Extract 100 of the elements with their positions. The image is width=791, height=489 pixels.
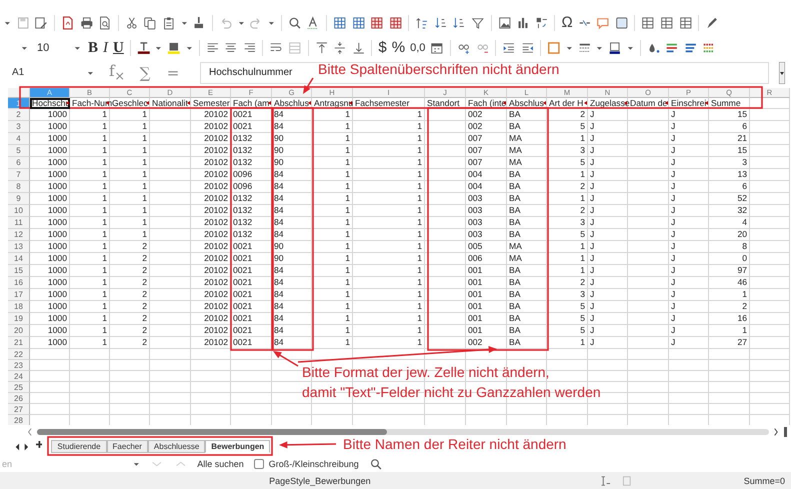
table-grid-icon[interactable] [332,16,346,30]
sheet-tab[interactable]: Faecher [106,440,148,453]
table-cell: Fach-Num [70,98,110,109]
table-grid-icon[interactable] [388,16,402,30]
sheet-tab[interactable]: Studierende [51,440,107,453]
align-bottom-icon[interactable] [352,40,366,55]
sort-icon[interactable] [415,16,429,30]
sheet-tab[interactable]: Abschluesse [148,440,206,453]
align-top-icon[interactable] [314,40,328,55]
border-color-icon[interactable] [608,40,622,55]
bar-chart-icon[interactable] [516,16,530,30]
row-header[interactable]: 5 [8,144,30,157]
row-header[interactable]: 3 [8,120,30,133]
row-header[interactable]: 13 [8,240,30,253]
formula-button[interactable]: ∑ [136,64,154,82]
calendar-icon[interactable] [430,40,444,55]
row-header[interactable]: 7 [8,168,30,181]
row-header[interactable]: 2 [8,108,30,121]
row-header[interactable]: 20 [8,324,30,337]
row-header[interactable]: 10 [8,204,30,217]
bold-button[interactable]: B [88,40,98,56]
checkbox[interactable] [254,458,264,468]
print-preview-icon[interactable] [98,16,112,30]
row-header[interactable]: 27 [8,404,30,415]
table-cell: 20102 [191,216,231,229]
floppy-pencil-icon[interactable] [34,16,48,30]
formula-button[interactable]: = [164,64,182,82]
row-header[interactable]: 14 [8,252,30,265]
pivot-table-icon[interactable] [534,16,548,30]
expand-icon[interactable] [779,62,785,84]
filter-icon[interactable] [471,16,485,30]
pen-icon[interactable] [705,16,719,30]
border-icon[interactable] [547,40,561,55]
row-header[interactable]: 16 [8,276,30,289]
outdent-icon[interactable] [520,40,534,55]
row-header[interactable]: 26 [8,392,30,404]
table-grid-icon[interactable] [352,16,366,30]
merge-cells-icon[interactable] [288,40,302,55]
row-header[interactable]: 4 [8,132,30,145]
row-header[interactable]: 8 [8,180,30,193]
align-right-icon[interactable] [242,40,256,55]
table-cell: J [588,168,628,181]
table-icon[interactable] [641,16,656,30]
table-cell: 1 [312,312,353,325]
printer-icon[interactable] [80,16,94,30]
percent-button[interactable]: % [392,40,406,56]
indent-icon[interactable] [502,40,516,55]
copy-icon[interactable] [143,16,157,30]
clipboard-icon[interactable] [162,16,176,30]
spellcheck-icon[interactable] [306,16,320,30]
row-header[interactable]: 18 [8,300,30,313]
row-header[interactable]: 24 [8,370,30,382]
row-header[interactable]: 28 [8,414,30,425]
text-cursor-icon[interactable] [598,474,612,488]
sort-icon[interactable] [452,16,466,30]
scrollbar-thumb[interactable] [36,428,387,434]
row-header[interactable]: 17 [8,288,30,301]
row-header[interactable]: 21 [8,336,30,349]
row-header[interactable]: 23 [8,360,30,371]
font-color-icon[interactable] [136,40,150,55]
row-header[interactable]: 15 [8,264,30,277]
table-cell: 1 [547,192,588,205]
row-header[interactable]: 22 [8,348,30,360]
sort-icon[interactable] [434,16,448,30]
italic-button[interactable]: I [103,40,108,56]
sheet-tab[interactable]: Bewerbungen [205,440,270,453]
table-icon[interactable] [678,16,692,30]
row-header[interactable]: 19 [8,312,30,325]
checkbox-label[interactable]: Groß-/Kleinschreibung [268,458,359,468]
formula-button[interactable]: f$_{×}$ [108,62,126,84]
table-cell: 1 [353,156,425,169]
special-character-button[interactable]: Ω [561,14,573,32]
search-icon[interactable] [288,16,302,30]
search-icon[interactable] [368,456,382,470]
align-middle-icon[interactable] [333,40,347,55]
highlight-color-icon[interactable] [167,40,181,55]
row-header[interactable]: 12 [8,228,30,241]
currency-button[interactable]: $ [378,40,387,56]
frame-icon[interactable] [614,16,628,30]
split-handle-icon[interactable] [784,426,787,436]
table-grid-icon[interactable] [370,16,384,30]
scissors-icon[interactable] [124,16,138,30]
row-header[interactable]: 11 [8,216,30,229]
table-cell: BA [507,204,547,217]
find-all-button[interactable]: Alle suchen [197,458,244,468]
table-cell: 1 [312,252,353,265]
image-icon[interactable] [498,16,512,30]
comment-icon[interactable] [596,16,610,30]
row-header[interactable]: 9 [8,192,30,205]
paintbrush-icon[interactable] [192,16,206,30]
underline-button[interactable]: U [113,40,124,56]
align-left-icon[interactable] [206,40,220,55]
row-header[interactable]: 6 [8,156,30,169]
row-header[interactable]: 25 [8,382,30,393]
number-format-button[interactable]: 0,0 [410,42,426,54]
table-icon[interactable] [660,16,674,30]
table-cell: J [669,228,709,241]
pdf-document-icon[interactable] [60,16,75,30]
table-cell: 0021 [231,300,272,313]
align-center-icon[interactable] [224,40,238,55]
